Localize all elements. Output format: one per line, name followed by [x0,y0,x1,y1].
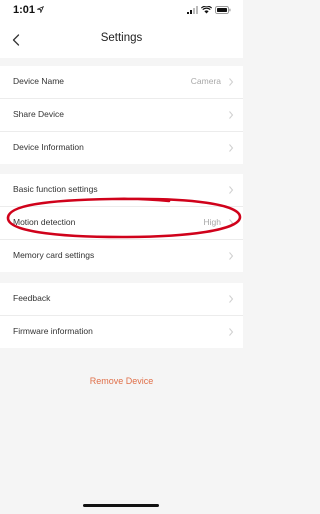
remove-device-button[interactable]: Remove Device [0,376,243,386]
device-name-row[interactable]: Device Name Camera [0,66,243,99]
memory-card-settings-row[interactable]: Memory card settings [0,240,243,272]
basic-function-settings-row[interactable]: Basic function settings [0,174,243,207]
cellular-signal-icon [187,6,198,14]
battery-icon [215,6,231,14]
chevron-right-icon [229,328,234,336]
row-label: Motion detection [13,217,76,227]
chevron-right-icon [229,252,234,260]
page-title: Settings [100,32,143,44]
navigation-bar: Settings [0,22,243,58]
status-time: 1:01 [13,4,45,16]
row-label: Share Device [13,109,65,119]
motion-detection-row[interactable]: Motion detection High [0,207,243,240]
row-label: Feedback [13,293,51,303]
status-bar: 1:01 [0,0,243,22]
status-icons [187,6,231,14]
chevron-right-icon [229,144,234,152]
chevron-right-icon [229,219,234,227]
chevron-right-icon [229,186,234,194]
chevron-right-icon [229,111,234,119]
settings-screen: 1:01 Settings Device Name Camera Share D… [0,0,243,514]
device-information-row[interactable]: Device Information [0,132,243,164]
row-label: Basic function settings [13,184,98,194]
wifi-icon [201,6,212,14]
firmware-information-row[interactable]: Firmware information [0,316,243,348]
row-label: Device Information [13,142,84,152]
row-label: Memory card settings [13,250,95,260]
settings-group-support: Feedback Firmware information [0,283,243,348]
feedback-row[interactable]: Feedback [0,283,243,316]
row-label: Device Name [13,76,65,86]
row-value: Camera [190,76,221,86]
settings-group-functions: Basic function settings Motion detection… [0,174,243,272]
chevron-right-icon [229,295,234,303]
row-label: Firmware information [13,326,93,336]
chevron-right-icon [229,78,234,86]
location-arrow-icon [36,5,45,14]
settings-group-device: Device Name Camera Share Device Device I… [0,66,243,164]
home-indicator[interactable] [83,504,159,507]
share-device-row[interactable]: Share Device [0,99,243,132]
row-value: High [203,217,221,227]
